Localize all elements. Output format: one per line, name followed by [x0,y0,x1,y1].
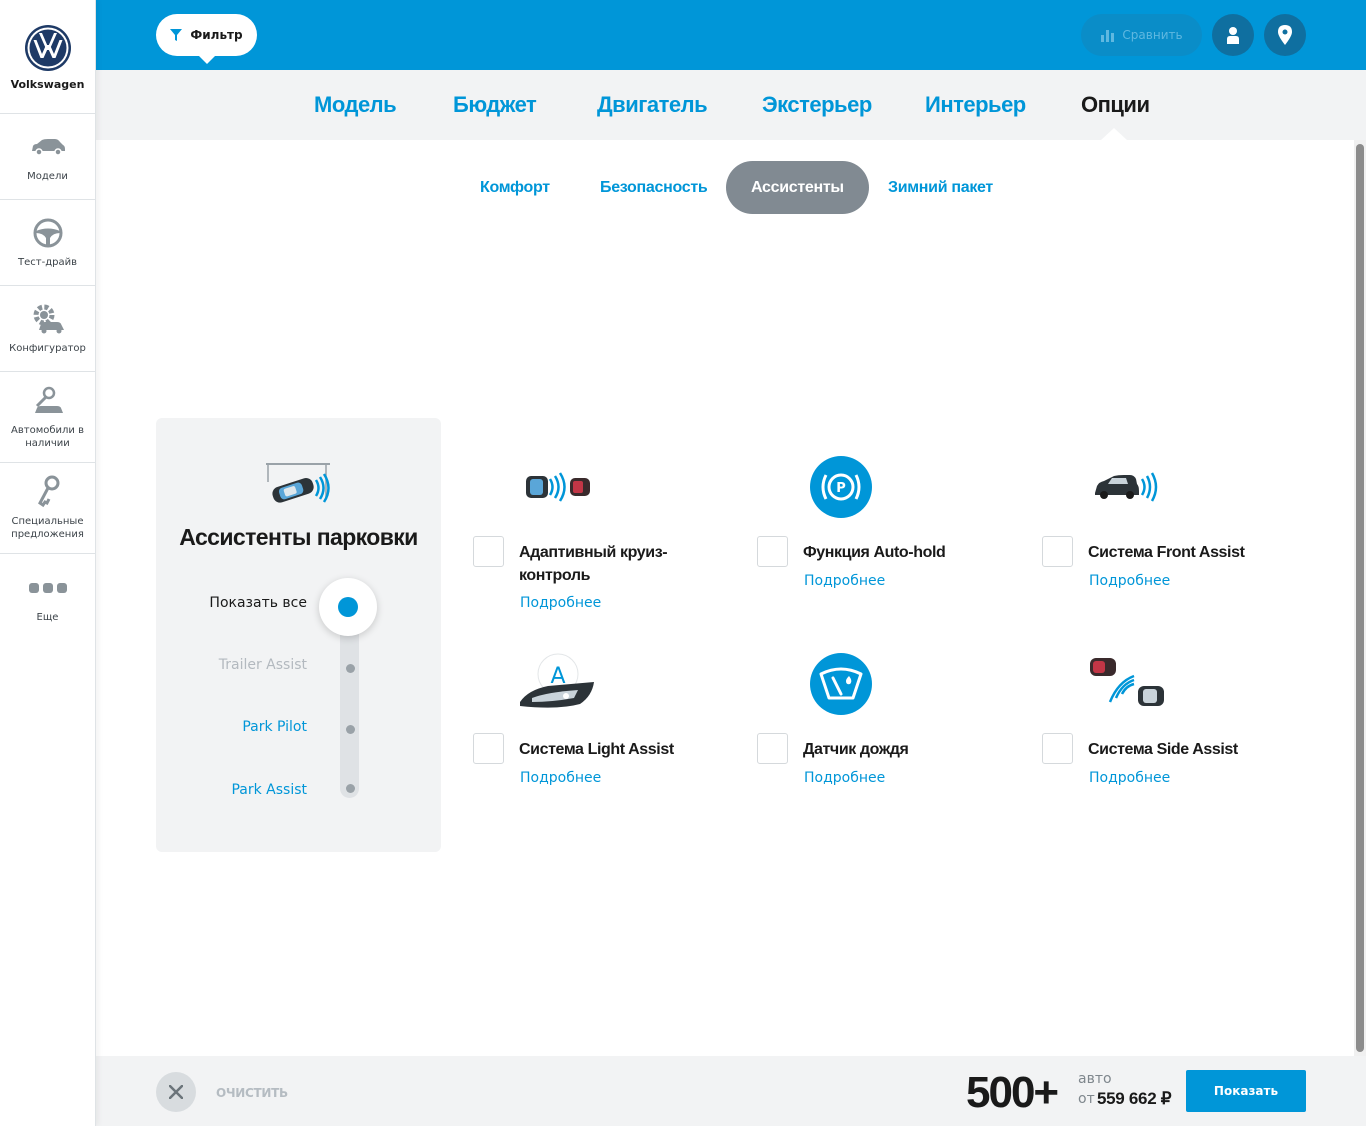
location-pin-icon [1278,25,1292,45]
bar-chart-icon [1101,30,1115,42]
filter-button[interactable]: Фильтр [156,14,257,64]
sidebar-item-label: Автомобили в наличии [11,425,84,449]
vw-logo-icon [24,25,71,71]
car-key-icon [28,384,68,418]
option-label: Функция Auto-hold [803,544,946,561]
user-button[interactable] [1212,14,1254,56]
tab-exterior[interactable]: Экстерьер [762,92,872,118]
parking-slider-knob[interactable] [319,578,377,636]
option-label: Адаптивный круиз-контроль [519,544,668,584]
compare-button[interactable]: Сравнить [1081,14,1202,56]
more-link-light-assist[interactable]: Подробнее [520,770,601,786]
side-assist-icon [1090,658,1164,706]
results-unit: авто [1078,1071,1112,1087]
checkbox-light-assist[interactable] [473,733,504,764]
sidebar-item-label: Модели [27,171,68,182]
location-button[interactable] [1264,14,1306,56]
option-label: Датчик дождя [803,741,909,758]
sidebar-item-more[interactable]: Еще [0,554,95,640]
sidebar-item-label: Тест-драйв [18,257,77,268]
compare-label: Сравнить [1122,28,1183,42]
subtab-comfort[interactable]: Комфорт [480,161,550,214]
checkbox-front-assist[interactable] [1042,536,1073,567]
checkbox-rain-sensor[interactable] [757,733,788,764]
gear-car-icon [28,302,68,336]
sidebar-item-label: Специальные предложения [11,516,84,540]
adaptive-cruise-icon [526,472,590,502]
steering-wheel-icon [28,216,68,250]
parking-assist-panel: Ассистенты парковки Показать все Trailer… [156,418,441,852]
tab-engine[interactable]: Двигатель [597,92,708,118]
tab-budget[interactable]: Бюджет [453,92,537,118]
scrollbar-thumb[interactable] [1356,144,1364,1052]
bottom-bar: ОЧИСТИТЬ 500+ авто от 559 662 ₽ Показать [96,1056,1366,1126]
checkbox-side-assist[interactable] [1042,733,1073,764]
close-icon [169,1085,183,1099]
svg-text:P: P [836,481,846,496]
car-icon [28,130,68,164]
scrollbar[interactable] [1354,140,1366,1056]
subtab-assistants[interactable]: Ассистенты [726,161,869,214]
front-assist-icon [1095,472,1158,502]
price-prefix: от [1078,1091,1095,1107]
parking-brake-icon: P [810,456,872,518]
price-value: 559 662 ₽ [1097,1089,1172,1108]
tab-model[interactable]: Модель [314,92,397,118]
checkbox-auto-hold[interactable] [757,536,788,567]
more-link-adaptive-cruise[interactable]: Подробнее [520,595,601,611]
sidebar-item-configurator[interactable]: Конфигуратор [0,286,95,372]
slider-knob-dot [338,597,358,617]
sidebar: Volkswagen Модели Тест-драйв Конфигурато… [0,0,96,1126]
option-label: Система Light Assist [519,741,674,758]
user-icon [1227,27,1239,44]
headlight-icon: A [520,653,594,708]
brand[interactable]: Volkswagen [0,0,95,114]
checkbox-adaptive-cruise[interactable] [473,536,504,567]
slider-stop [346,784,355,793]
option-label: Система Side Assist [1088,741,1238,758]
parking-option-park-assist[interactable]: Park Assist [231,782,307,798]
slider-stop [346,725,355,734]
parking-option-trailer-assist: Trailer Assist [218,657,307,673]
filter-icon [170,29,183,41]
sidebar-item-label: Еще [36,611,59,623]
tab-interior[interactable]: Интерьер [925,92,1026,118]
more-link-front-assist[interactable]: Подробнее [1089,573,1170,589]
top-bar: Фильтр Сравнить [96,0,1366,70]
more-link-side-assist[interactable]: Подробнее [1089,770,1170,786]
rain-sensor-icon [810,653,872,715]
parking-option-park-pilot[interactable]: Park Pilot [242,719,307,735]
filter-label: Фильтр [190,28,243,42]
sidebar-item-special-offers[interactable]: Специальные предложения [0,463,95,554]
main-tabs: Модель Бюджет Двигатель Экстерьер Интерь… [96,70,1366,140]
clear-label[interactable]: ОЧИСТИТЬ [216,1086,288,1100]
show-results-button[interactable]: Показать [1186,1070,1306,1112]
active-tab-indicator [1101,128,1127,140]
parking-assist-icon [266,463,330,503]
sidebar-item-models[interactable]: Модели [0,114,95,200]
results-count: 500+ [966,1068,1059,1117]
subtab-safety[interactable]: Безопасность [600,161,708,214]
option-label: Система Front Assist [1088,544,1245,561]
keys-icon [28,475,68,509]
clear-button[interactable] [156,1072,196,1112]
sidebar-item-label: Конфигуратор [9,343,86,354]
more-link-rain-sensor[interactable]: Подробнее [804,770,885,786]
tab-options[interactable]: Опции [1081,92,1150,118]
sidebar-item-in-stock[interactable]: Автомобили в наличии [0,372,95,463]
sidebar-item-test-drive[interactable]: Тест-драйв [0,200,95,286]
parking-option-show-all[interactable]: Показать все [209,595,307,611]
more-dots-icon [28,571,68,605]
parking-title: Ассистенты парковки [179,524,418,550]
slider-stop [346,664,355,673]
brand-name: Volkswagen [10,78,85,91]
subtab-winter-package[interactable]: Зимний пакет [888,161,993,214]
more-link-auto-hold[interactable]: Подробнее [804,573,885,589]
